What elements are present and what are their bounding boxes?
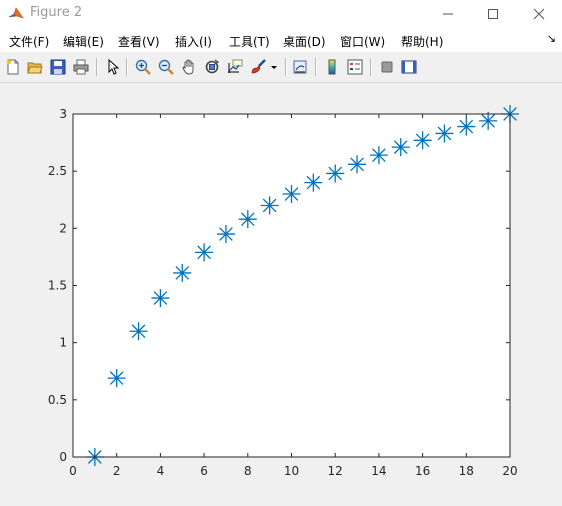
x-tick-label: 10 (284, 464, 299, 478)
data-point[interactable] (238, 210, 257, 229)
data-point[interactable] (391, 138, 410, 157)
menu-edit[interactable]: 编辑(E) (63, 33, 104, 50)
data-point[interactable] (413, 131, 432, 150)
data-point[interactable] (151, 289, 170, 308)
save-icon[interactable] (48, 57, 68, 77)
data-point[interactable] (479, 111, 498, 130)
axes-background (73, 114, 510, 457)
colorbar-icon[interactable] (322, 57, 342, 77)
x-tick-label: 18 (459, 464, 474, 478)
x-tick-label: 0 (69, 464, 77, 478)
zoom-in-icon[interactable] (133, 57, 153, 77)
y-tick-label: 2 (59, 221, 67, 235)
x-tick-label: 14 (371, 464, 386, 478)
figure-toolbar (0, 52, 562, 83)
y-tick-label: 2.5 (48, 164, 67, 178)
hide-plot-tools-icon[interactable] (377, 57, 397, 77)
show-plot-tools-icon[interactable] (399, 57, 419, 77)
menu-view[interactable]: 查看(V) (118, 33, 160, 50)
x-tick-label: 6 (200, 464, 208, 478)
minimize-icon (443, 13, 453, 14)
toolbar-separator (285, 58, 287, 76)
data-cursor-icon[interactable] (225, 57, 245, 77)
x-tick-label: 8 (244, 464, 252, 478)
menu-help[interactable]: 帮助(H) (401, 33, 443, 50)
close-button[interactable] (516, 0, 562, 27)
toolbar-separator (315, 58, 317, 76)
dock-arrow-icon[interactable]: ↘ (547, 32, 556, 45)
data-point[interactable] (195, 243, 214, 262)
menu-bar: 文件(F) 编辑(E) 查看(V) 插入(I) 工具(T) 桌面(D) 窗口(W… (0, 27, 562, 52)
data-point[interactable] (369, 146, 388, 165)
data-point[interactable] (282, 185, 301, 204)
data-point[interactable] (216, 225, 235, 244)
link-plot-icon[interactable] (290, 57, 310, 77)
legend-icon[interactable] (345, 57, 365, 77)
pointer-icon[interactable] (103, 57, 123, 77)
y-tick-label: 0 (59, 450, 67, 464)
menu-desktop[interactable]: 桌面(D) (283, 33, 326, 50)
new-figure-icon[interactable] (3, 57, 23, 77)
x-tick-label: 16 (415, 464, 430, 478)
matlab-logo-icon (8, 5, 24, 21)
x-tick-label: 2 (113, 464, 121, 478)
window-title: Figure 2 (30, 5, 83, 20)
data-point[interactable] (457, 117, 476, 136)
scatter-plot[interactable]: 0 2 4 6 8 10 12 14 16 18 20 0 0.5 1 1.5 2 2.5 3 (0, 83, 562, 503)
data-point[interactable] (348, 155, 367, 174)
y-tick-label: 0.5 (48, 393, 67, 407)
toolbar-separator (126, 58, 128, 76)
figure-canvas[interactable]: 0 2 4 6 8 10 12 14 16 18 20 0 0.5 1 1.5 2 2.5 3 (0, 83, 562, 503)
data-point[interactable] (173, 263, 192, 282)
pan-icon[interactable] (179, 57, 199, 77)
rotate-3d-icon[interactable] (202, 57, 222, 77)
maximize-button[interactable] (470, 0, 516, 27)
title-bar: Figure 2 (0, 0, 562, 27)
y-tick-label: 1 (59, 336, 67, 350)
x-tick-label: 12 (328, 464, 343, 478)
brush-dropdown-icon[interactable] (268, 57, 280, 77)
x-tick-label: 20 (502, 464, 517, 478)
data-point[interactable] (107, 369, 126, 388)
toolbar-separator (96, 58, 98, 76)
maximize-icon (488, 8, 498, 19)
menu-insert[interactable]: 插入(I) (175, 33, 212, 50)
y-tick-label: 3 (59, 107, 67, 121)
y-tick-label: 1.5 (48, 279, 67, 293)
brush-icon[interactable] (248, 57, 268, 77)
print-icon[interactable] (71, 57, 91, 77)
toolbar-separator (370, 58, 372, 76)
zoom-out-icon[interactable] (156, 57, 176, 77)
data-point[interactable] (129, 322, 148, 341)
menu-tools[interactable]: 工具(T) (229, 33, 270, 50)
menu-window[interactable]: 窗口(W) (340, 33, 385, 50)
open-file-icon[interactable] (25, 57, 45, 77)
data-point[interactable] (304, 173, 323, 192)
data-point[interactable] (326, 164, 345, 183)
data-point[interactable] (260, 196, 279, 215)
x-tick-label: 4 (157, 464, 165, 478)
data-point[interactable] (435, 124, 454, 143)
menu-file[interactable]: 文件(F) (9, 33, 49, 50)
minimize-button[interactable] (425, 0, 471, 27)
close-icon (533, 8, 545, 19)
